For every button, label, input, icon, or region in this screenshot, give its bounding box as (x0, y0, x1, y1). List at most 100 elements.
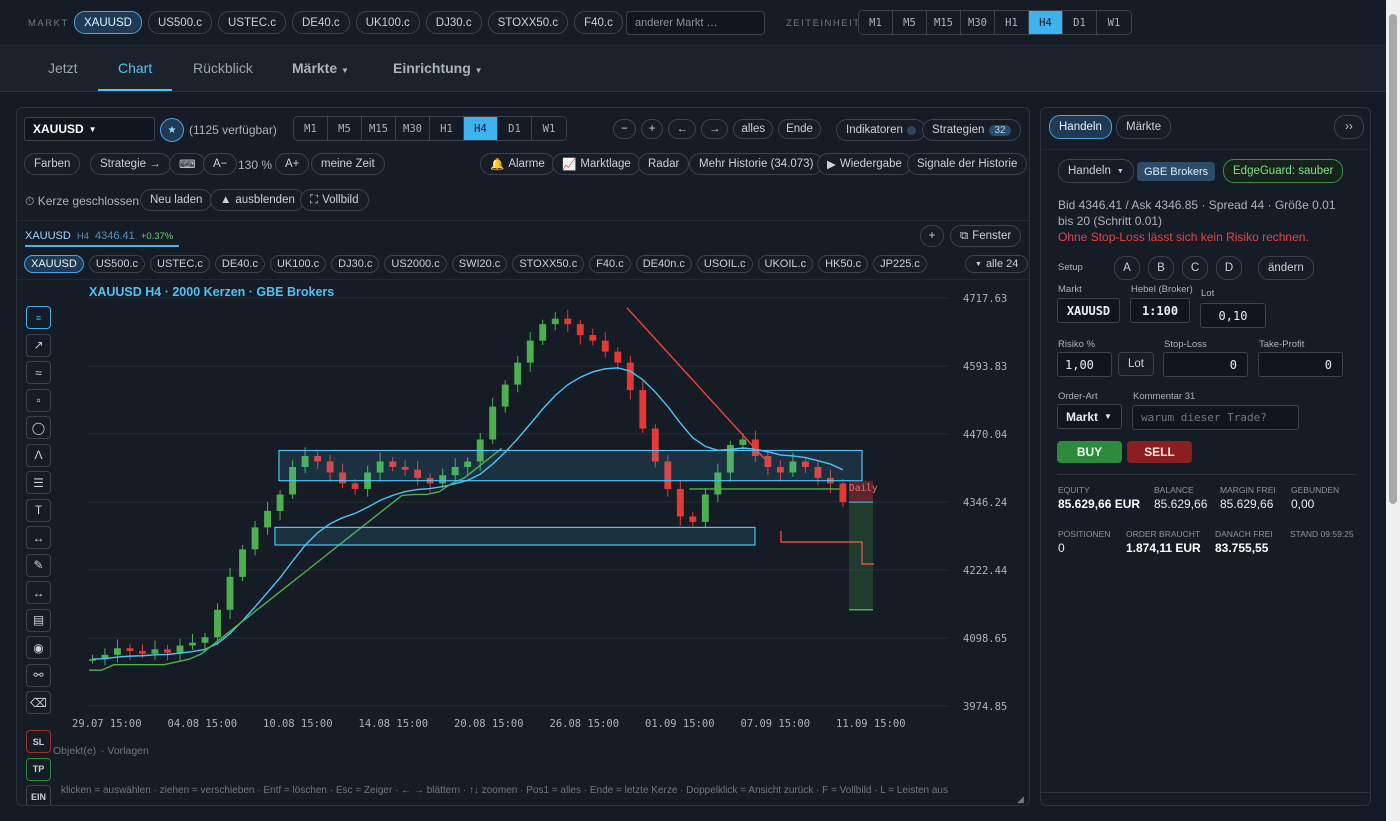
my-time-button[interactable]: meine Zeit (311, 153, 385, 175)
hide-button[interactable]: ▲ ausblenden (210, 189, 305, 211)
timeframe-d1[interactable]: D1 (1063, 11, 1097, 34)
watchlist-item[interactable]: STOXX50.c (512, 255, 585, 273)
watchlist-item[interactable]: DE40n.c (635, 255, 692, 273)
templates-label[interactable]: · Vorlagen (101, 745, 149, 757)
markt-field[interactable]: XAUUSD (1057, 298, 1120, 323)
chart-nav-button[interactable]: − (613, 119, 636, 139)
font-decrease-button[interactable]: A− (203, 153, 238, 175)
quote-tab[interactable]: XAUUSD H4 4346.41 +0.37% (25, 227, 180, 247)
palette-icon[interactable]: ◉ (26, 636, 51, 659)
watchlist-item[interactable]: USOIL.c (696, 255, 753, 273)
timeframe-m5[interactable]: M5 (893, 11, 927, 34)
order-type-select[interactable]: Markt ▼ (1057, 404, 1122, 429)
timeframe-m5[interactable]: M5 (328, 117, 362, 140)
market-pill[interactable]: US500.c (147, 11, 213, 34)
setup-d[interactable]: D (1216, 256, 1242, 280)
indicators-button[interactable]: Indikatoren (836, 119, 926, 141)
timeframe-h4[interactable]: H4 (464, 117, 498, 140)
chart-nav-button[interactable]: alles (733, 119, 774, 139)
market-pill[interactable]: STOXX50.c (487, 11, 569, 34)
timeframe-m15[interactable]: M15 (362, 117, 396, 140)
comment-input[interactable]: warum dieser Trade? (1132, 405, 1299, 430)
chart-nav-button[interactable]: Ende (778, 119, 821, 139)
chart-nav-button[interactable]: ← (668, 119, 696, 139)
fib-icon[interactable]: ☰ (26, 471, 51, 494)
watchlist-item[interactable]: XAUUSD (24, 255, 84, 273)
add-window-button[interactable]: + (920, 225, 944, 247)
watchlist-item[interactable]: US500.c (88, 255, 146, 273)
collapse-icon[interactable]: ›› (1334, 115, 1364, 139)
timeframe-w1[interactable]: W1 (1097, 11, 1131, 34)
tab-handeln[interactable]: Handeln (1049, 115, 1112, 139)
other-market-input[interactable]: anderer Markt … (626, 11, 765, 35)
range-icon[interactable]: ↔ (26, 581, 51, 604)
sell-button[interactable]: SELL (1127, 441, 1192, 463)
scrollbar-thumb[interactable] (1389, 14, 1397, 504)
more-history-button[interactable]: Mehr Historie (34.073) (689, 153, 824, 175)
risiko-field[interactable]: 1,00 (1057, 352, 1112, 377)
strategy-button[interactable]: Strategie → (90, 153, 171, 175)
watchlist-item[interactable]: US2000.c (384, 255, 447, 273)
watchlist-item[interactable]: HK50.c (818, 255, 869, 273)
nav-rueckblick[interactable]: Rückblick (193, 60, 253, 76)
path-icon[interactable]: Λ (26, 443, 51, 467)
keyboard-icon[interactable]: ⌨ (169, 153, 206, 175)
market-pill[interactable]: DJ30.c (425, 11, 482, 34)
sl-button[interactable]: SL (26, 730, 51, 753)
timeframe-m1[interactable]: M1 (294, 117, 328, 140)
watchlist-item[interactable]: JP225.c (873, 255, 927, 273)
rectangle-icon[interactable]: ▫ (26, 388, 51, 412)
erase-icon[interactable]: ⌫ (26, 691, 51, 714)
setup-c[interactable]: C (1182, 256, 1208, 280)
resize-handle-icon[interactable]: ◢ (1017, 794, 1024, 805)
buy-button[interactable]: BUY (1057, 441, 1122, 463)
take-profit-field[interactable]: 0 (1258, 352, 1343, 377)
watchlist-item[interactable]: UK100.c (269, 255, 327, 273)
trend-line-icon[interactable]: ↗ (26, 333, 51, 357)
watchlist-item[interactable]: F40.c (589, 255, 631, 273)
nav-jetzt[interactable]: Jetzt (48, 60, 78, 76)
favorite-star-icon[interactable]: ★ (160, 118, 184, 142)
price-chart[interactable]: 4717.63 4593.83 4470.04 4346.24 4222.44 4098.… (17, 280, 1029, 750)
fullscreen-button[interactable]: ⛶ Vollbild (300, 189, 369, 211)
strategies-button[interactable]: Strategien 32 (922, 119, 1021, 141)
setup-a[interactable]: A (1114, 256, 1140, 280)
watchlist-item[interactable]: DJ30.c (331, 255, 380, 273)
market-state-button[interactable]: 📈 Marktlage (552, 153, 641, 175)
all-markets-button[interactable]: ▼ alle 24 (965, 255, 1029, 273)
watchlist-item[interactable]: SWI20.c (451, 255, 508, 273)
market-pill[interactable]: DE40.c (291, 11, 350, 34)
setup-b[interactable]: B (1148, 256, 1174, 280)
circle-icon[interactable]: ◯ (26, 416, 51, 439)
watchlist-item[interactable]: USTEC.c (150, 255, 210, 273)
reload-button[interactable]: Neu laden (140, 189, 213, 211)
timeframe-m1[interactable]: M1 (859, 11, 893, 34)
symbol-select[interactable]: XAUUSD ▼ (24, 117, 155, 141)
page-scrollbar[interactable] (1386, 0, 1400, 821)
alarms-button[interactable]: 🔔 Alarme (480, 153, 555, 175)
replay-button[interactable]: ▶ Wiedergabe (817, 153, 912, 175)
cursor-icon[interactable]: ≡ (26, 306, 51, 329)
tp-button[interactable]: TP (26, 757, 51, 781)
font-increase-button[interactable]: A+ (275, 153, 310, 175)
mode-dropdown[interactable]: Handeln ▼ (1058, 159, 1134, 183)
nav-chart[interactable]: Chart (118, 60, 152, 76)
note-icon[interactable]: ▤ (26, 608, 51, 632)
watchlist-item[interactable]: DE40.c (214, 255, 265, 273)
tab-maerkte[interactable]: Märkte (1116, 115, 1172, 139)
market-pill[interactable]: F40.c (574, 11, 623, 34)
nav-einrichtung[interactable]: Einrichtung ▼ (393, 60, 483, 76)
stop-loss-field[interactable]: 0 (1163, 352, 1248, 377)
history-signals-button[interactable]: Signale der Historie (907, 153, 1028, 175)
market-pill[interactable]: XAUUSD (74, 11, 142, 34)
pencil-icon[interactable]: ✎ (26, 553, 51, 577)
link-icon[interactable]: ⚯ (26, 663, 51, 687)
lot-button[interactable]: Lot (1118, 352, 1154, 376)
market-pill[interactable]: USTEC.c (218, 11, 286, 34)
chart-nav-button[interactable]: + (640, 119, 664, 139)
timeframe-h1[interactable]: H1 (430, 117, 464, 140)
watchlist-item[interactable]: UKOIL.c (757, 255, 814, 273)
channel-icon[interactable]: ≈ (26, 361, 51, 384)
timeframe-m30[interactable]: M30 (396, 117, 430, 140)
colors-button[interactable]: Farben (24, 153, 81, 175)
